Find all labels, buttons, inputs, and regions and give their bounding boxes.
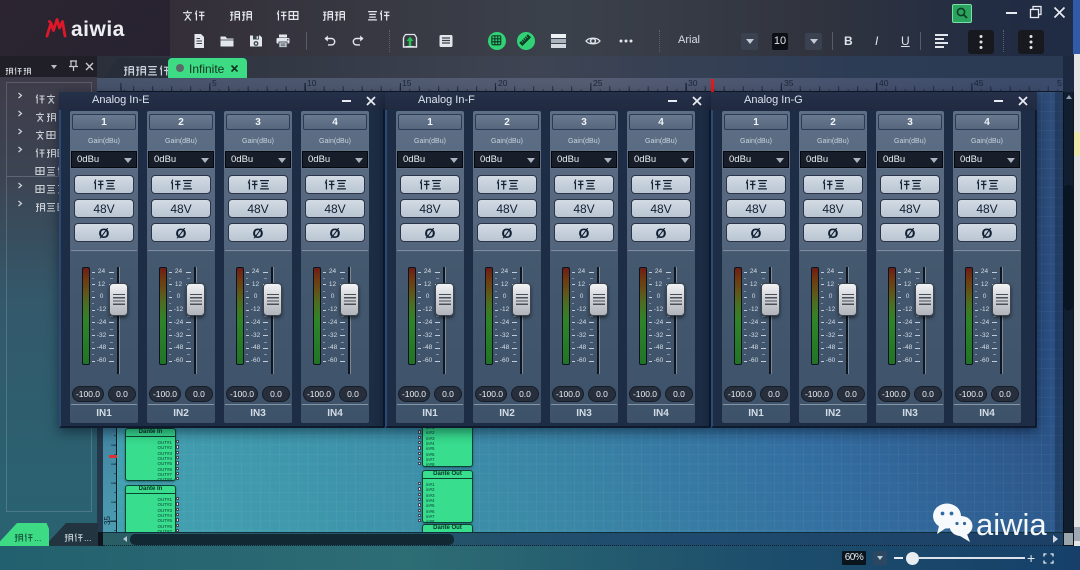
svg-text:aiwia: aiwia: [976, 507, 1047, 542]
svg-text:...: ...: [84, 533, 91, 542]
svg-text:...: ...: [34, 533, 41, 542]
